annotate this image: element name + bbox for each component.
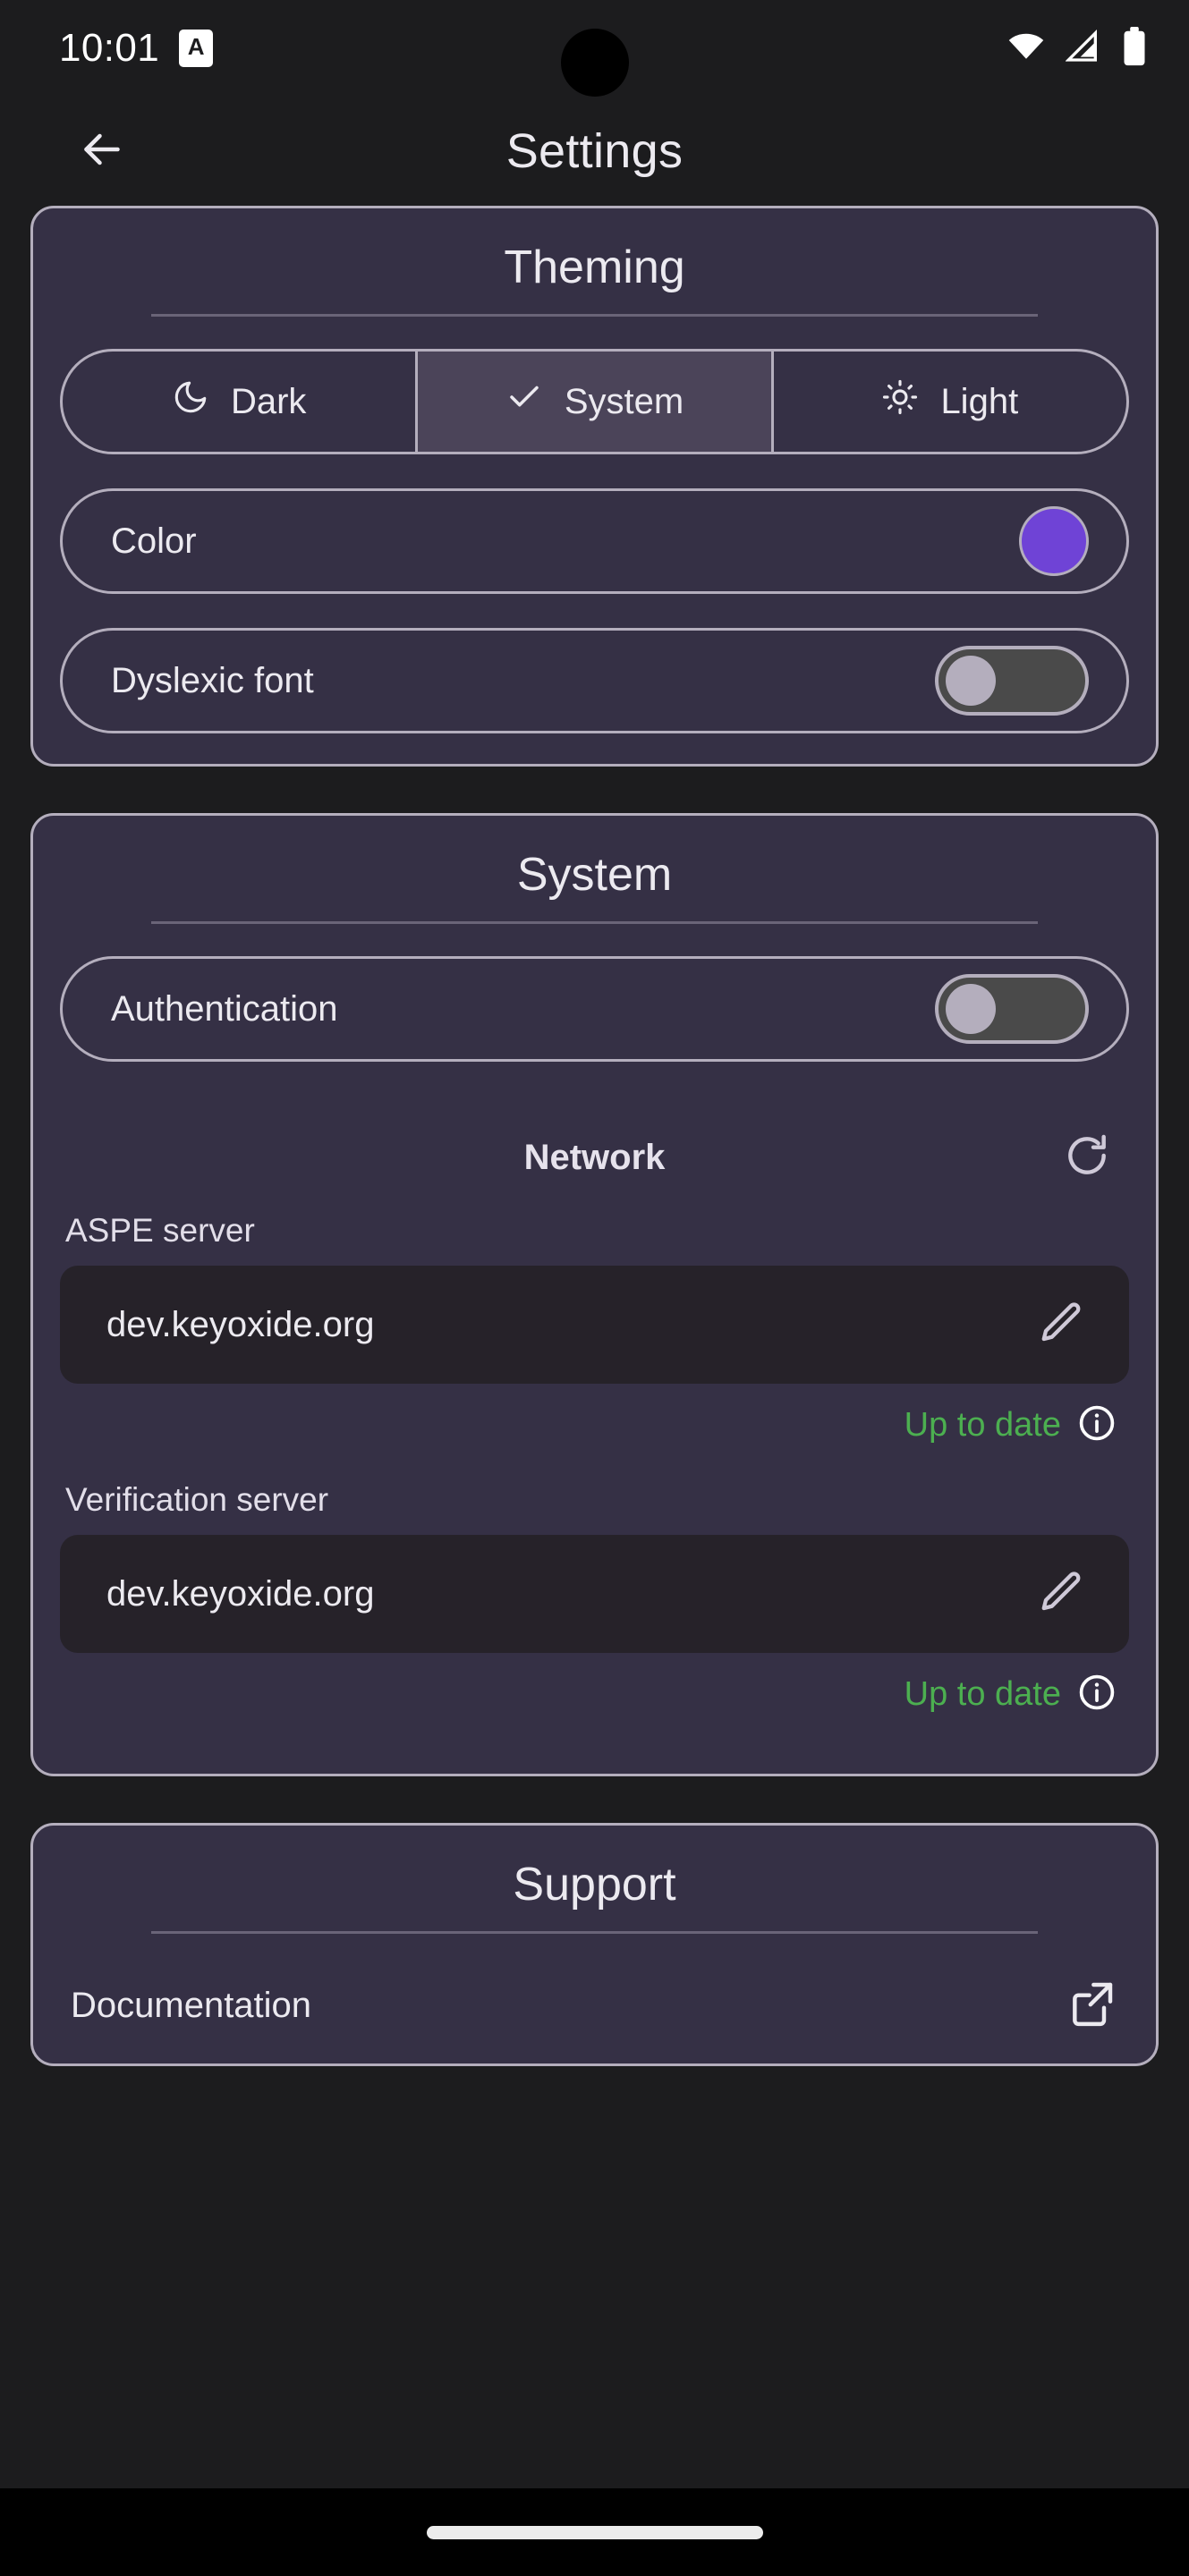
pencil-icon bbox=[1038, 1299, 1086, 1352]
aspe-server-status-text: Up to date bbox=[904, 1406, 1061, 1444]
info-circle-icon[interactable] bbox=[1077, 1403, 1117, 1447]
theme-option-light[interactable]: Light bbox=[774, 352, 1126, 452]
aspe-server-status: Up to date bbox=[60, 1384, 1129, 1474]
status-clock: 10:01 bbox=[59, 26, 160, 70]
support-divider bbox=[151, 1931, 1038, 1934]
status-bar-left: 10:01 A bbox=[59, 26, 214, 71]
refresh-icon bbox=[1062, 1131, 1112, 1185]
check-icon bbox=[505, 378, 543, 425]
theme-option-system-label: System bbox=[564, 381, 684, 421]
color-setting-row[interactable]: Color bbox=[60, 488, 1129, 594]
network-header: Network bbox=[60, 1096, 1129, 1205]
status-bar: 10:01 A bbox=[0, 0, 1189, 97]
verification-server-value: dev.keyoxide.org bbox=[106, 1573, 375, 1614]
aspe-server-value: dev.keyoxide.org bbox=[106, 1304, 375, 1344]
pencil-icon bbox=[1038, 1568, 1086, 1621]
verification-server-status-text: Up to date bbox=[904, 1675, 1061, 1713]
documentation-row[interactable]: Documentation bbox=[60, 1966, 1129, 2033]
support-card: Support Documentation bbox=[30, 1823, 1159, 2066]
external-link-icon[interactable] bbox=[1066, 1979, 1117, 2033]
verification-server-input[interactable]: dev.keyoxide.org bbox=[60, 1535, 1129, 1653]
dyslexic-font-toggle[interactable] bbox=[935, 646, 1089, 716]
color-swatch[interactable] bbox=[1019, 506, 1089, 576]
aspe-server-edit-button[interactable] bbox=[1032, 1295, 1091, 1354]
cellular-signal-icon bbox=[1065, 27, 1101, 71]
settings-content: Theming Dark System Light Color Dyslexic… bbox=[0, 206, 1189, 2488]
refresh-button[interactable] bbox=[1056, 1126, 1118, 1189]
theme-mode-segmented-control: Dark System Light bbox=[60, 349, 1129, 454]
support-card-title: Support bbox=[513, 1859, 676, 1911]
network-title: Network bbox=[523, 1137, 666, 1177]
status-bar-right bbox=[1006, 26, 1148, 72]
system-card-title: System bbox=[516, 849, 673, 901]
theme-option-dark[interactable]: Dark bbox=[63, 352, 419, 452]
aspe-server-input[interactable]: dev.keyoxide.org bbox=[60, 1266, 1129, 1384]
theming-card: Theming Dark System Light Color Dyslexic… bbox=[30, 206, 1159, 767]
dyslexic-font-label: Dyslexic font bbox=[111, 660, 314, 700]
gesture-nav-bar bbox=[0, 2488, 1189, 2576]
sun-icon bbox=[881, 378, 919, 425]
dyslexic-font-row[interactable]: Dyslexic font bbox=[60, 628, 1129, 733]
system-card: System Authentication Network ASPE serve… bbox=[30, 813, 1159, 1776]
notification-badge-icon: A bbox=[179, 30, 214, 67]
gesture-home-pill[interactable] bbox=[426, 2525, 763, 2539]
theme-option-dark-label: Dark bbox=[230, 381, 307, 421]
moon-icon bbox=[172, 378, 209, 425]
camera-punch-hole bbox=[560, 29, 629, 97]
theme-option-system[interactable]: System bbox=[418, 352, 774, 452]
authentication-label: Authentication bbox=[111, 988, 338, 1029]
documentation-label: Documentation bbox=[71, 1986, 312, 2025]
authentication-toggle[interactable] bbox=[935, 974, 1089, 1044]
back-button[interactable] bbox=[59, 108, 145, 194]
verification-server-edit-button[interactable] bbox=[1032, 1564, 1091, 1623]
theme-option-light-label: Light bbox=[940, 381, 1019, 421]
toggle-thumb bbox=[946, 984, 996, 1034]
color-setting-label: Color bbox=[111, 521, 197, 561]
aspe-server-label: ASPE server bbox=[65, 1212, 255, 1249]
aspe-server-field-group: ASPE server dev.keyoxide.org Up to date bbox=[60, 1205, 1129, 1474]
theming-divider bbox=[151, 314, 1038, 317]
info-circle-icon[interactable] bbox=[1077, 1673, 1117, 1716]
wifi-icon bbox=[1006, 27, 1046, 71]
settings-screen: 10:01 A Settings Theming Dark System Lig… bbox=[0, 0, 1189, 2576]
system-divider bbox=[151, 921, 1038, 924]
arrow-left-icon bbox=[75, 123, 129, 181]
page-title: Settings bbox=[505, 124, 684, 178]
verification-server-label: Verification server bbox=[65, 1481, 329, 1518]
toggle-thumb bbox=[946, 656, 996, 706]
app-bar: Settings bbox=[0, 97, 1189, 206]
theming-card-title: Theming bbox=[504, 242, 685, 293]
authentication-row[interactable]: Authentication bbox=[60, 956, 1129, 1062]
verification-server-status: Up to date bbox=[60, 1653, 1129, 1743]
verification-server-field-group: Verification server dev.keyoxide.org Up … bbox=[60, 1474, 1129, 1743]
battery-icon bbox=[1121, 26, 1148, 72]
